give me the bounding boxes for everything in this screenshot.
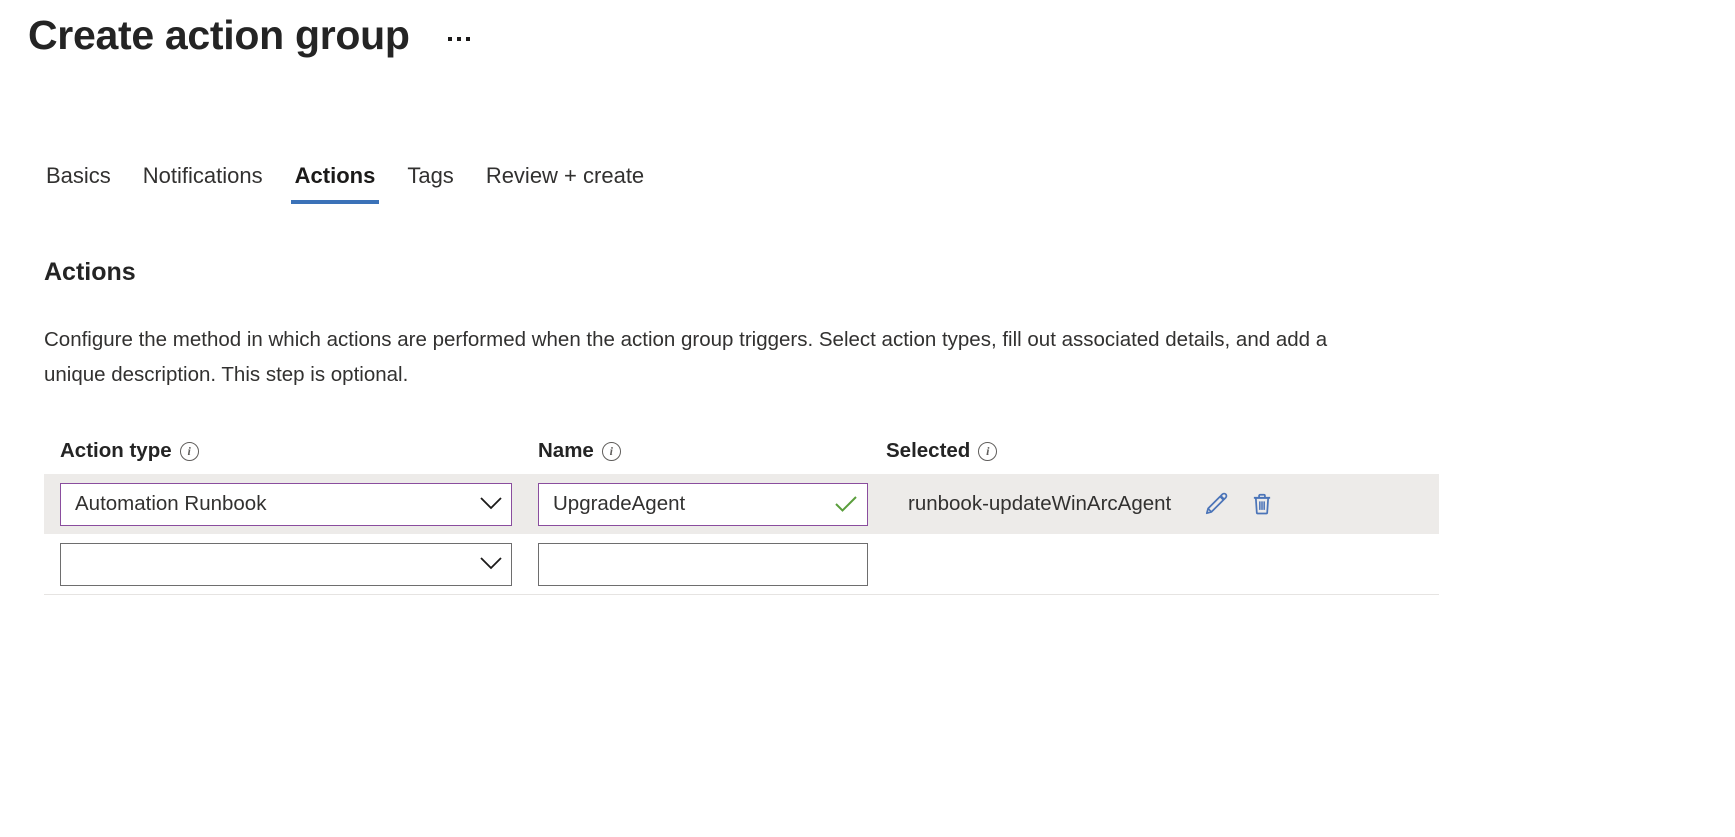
name-input[interactable] (538, 542, 868, 586)
cell-selected: runbook-updateWinArcAgent (886, 489, 1423, 519)
ellipsis-dot-2 (456, 37, 461, 41)
info-icon-name[interactable]: i (601, 441, 621, 461)
tab-basics[interactable]: Basics (30, 158, 127, 204)
column-header-action-type-label: Action type (60, 439, 172, 462)
row-action-buttons (1201, 489, 1277, 519)
delete-trash-icon[interactable] (1247, 489, 1277, 519)
wizard-tabs: Basics Notifications Actions Tags Review… (30, 158, 660, 204)
tab-actions[interactable]: Actions (279, 158, 392, 204)
cell-action-type (60, 542, 538, 586)
column-header-selected: Selected i (886, 439, 1423, 463)
actions-grid: Action type i Name i Selected i Automati… (44, 428, 1439, 595)
action-type-select-value: Automation Runbook (75, 492, 267, 515)
chevron-down-icon (471, 497, 511, 511)
edit-pencil-icon[interactable] (1201, 489, 1231, 519)
ellipsis-dot-3 (465, 37, 470, 41)
section-title: Actions (44, 258, 136, 286)
cell-name: UpgradeAgent (538, 482, 886, 526)
grid-bottom-divider (44, 594, 1439, 595)
info-icon-selected[interactable]: i (978, 441, 998, 461)
section-description: Configure the method in which actions ar… (44, 328, 1328, 386)
name-input[interactable]: UpgradeAgent (538, 482, 868, 526)
selected-value: runbook-updateWinArcAgent (908, 492, 1172, 515)
tab-tags[interactable]: Tags (391, 158, 469, 204)
info-icon-action-type[interactable]: i (179, 441, 199, 461)
cell-action-type: Automation Runbook (60, 482, 538, 526)
grid-header-row: Action type i Name i Selected i (44, 428, 1439, 474)
column-header-name: Name i (538, 439, 886, 463)
more-options-button[interactable] (444, 31, 474, 47)
tab-review-create[interactable]: Review + create (470, 158, 660, 204)
cell-name (538, 542, 886, 586)
name-input-value: UpgradeAgent (553, 492, 686, 515)
column-header-selected-label: Selected (886, 439, 971, 462)
action-type-select[interactable]: Automation Runbook (60, 482, 512, 526)
tab-notifications[interactable]: Notifications (127, 158, 279, 204)
ellipsis-dot-1 (447, 37, 452, 41)
table-row (44, 534, 1439, 594)
page-title: Create action group (28, 12, 410, 58)
action-type-select[interactable] (60, 542, 512, 586)
column-header-action-type: Action type i (60, 439, 538, 463)
column-header-name-label: Name (538, 439, 594, 462)
validation-check-icon (825, 495, 867, 513)
table-row: Automation Runbook UpgradeAgent runbook-… (44, 474, 1439, 534)
page-header: Create action group (28, 8, 474, 62)
chevron-down-icon (471, 557, 511, 571)
